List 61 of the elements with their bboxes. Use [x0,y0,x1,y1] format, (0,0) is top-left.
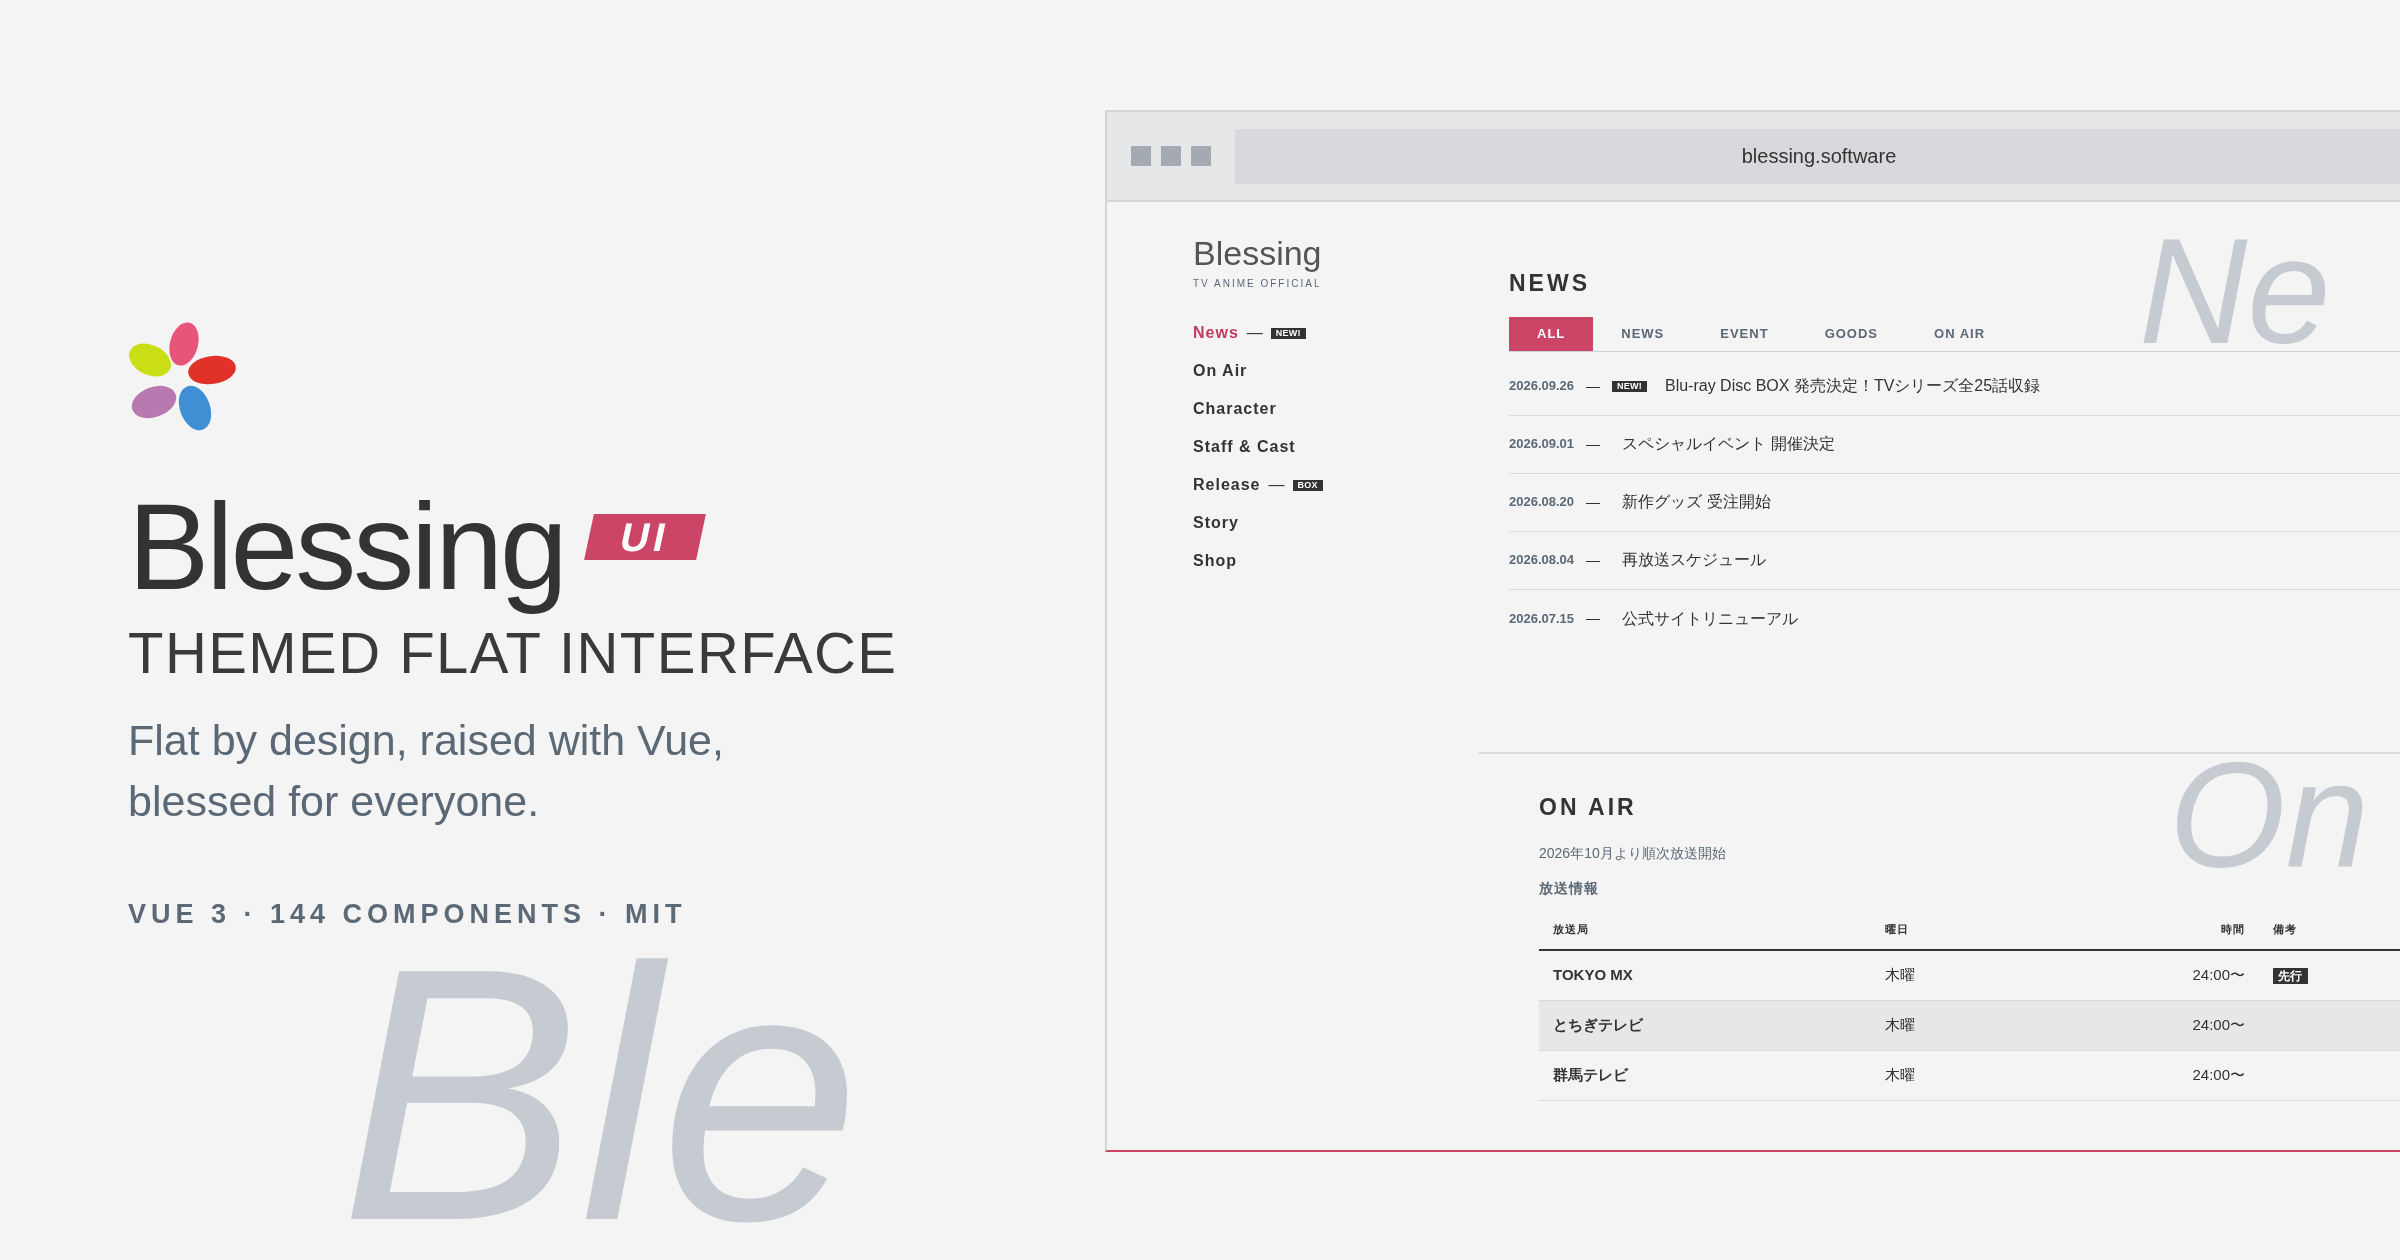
dash: — [1268,475,1285,495]
address-bar[interactable]: blessing.software [1235,128,2400,184]
nav-tag: NEW! [1270,327,1306,339]
news-tag: NEW! [1612,380,1647,392]
time-cell-text: 24:00〜 [2191,964,2245,985]
nav-link[interactable]: Staff & Cast [1193,435,1296,459]
dash: — [1246,323,1263,343]
time-cell-text: 24:00〜 [2191,1064,2245,1085]
nav-link[interactable]: Shop [1193,549,1237,573]
filter-tab[interactable]: NEWS [1593,316,1693,351]
dash: — [1586,609,1601,628]
nav-link[interactable]: Release [1193,473,1261,497]
column-header: 時間 [2220,922,2245,938]
brand-title: Blessing [128,478,565,617]
day-cell-text: 木曜 [1885,1064,1916,1085]
news-title[interactable]: 公式サイトリニューアル [1622,606,1799,631]
station-cell-text: 群馬テレビ [1552,1064,1630,1085]
meta-line: VUE 3 · 144 COMPONENTS · MIT [128,898,688,932]
column-header: 放送局 [1552,922,1590,938]
news-date: 2026.09.01 [1509,435,1575,454]
filter-tab[interactable]: EVENT [1692,316,1797,351]
nav-link[interactable]: Character [1193,397,1277,421]
time-cell-text: 24:00〜 [2191,1014,2245,1035]
news-date: 2026.08.20 [1509,493,1575,512]
day-cell-text: 木曜 [1885,1014,1916,1035]
dash: — [1586,550,1601,570]
site-logo: Blessing [1193,236,1323,270]
filter-tab[interactable]: ALL [1509,316,1594,351]
remark-tag: 先行 [2273,967,2308,984]
broadcast-note: 2026年10月より順次放送開始 [1539,843,1727,863]
nav-tag: BOX [1292,479,1323,491]
dash: — [1586,376,1601,396]
subtitle: THEMED FLAT INTERFACE [128,624,898,683]
news-date: 2026.08.04 [1509,551,1575,570]
window-control-icon[interactable] [1161,146,1181,166]
nav-link[interactable]: Story [1193,511,1239,535]
on-air-heading: ON AIR [1539,793,1638,822]
news-title[interactable]: スペシャルイベント 開催決定 [1622,432,1835,456]
window-control-icon[interactable] [1131,146,1151,166]
station-cell-text: とちぎテレビ [1552,1014,1645,1035]
column-header: 備考 [2272,922,2298,938]
news-title[interactable]: 再放送スケジュール [1622,548,1767,572]
window-control-icon[interactable] [1191,146,1211,166]
dash: — [1586,492,1601,512]
site-logo-subtitle: TV ANIME OFFICIAL [1193,277,1323,291]
station-cell-text: TOKYO MX [1552,964,1634,985]
tagline: Flat by design, raised with Vue, blessed for everyone. [128,715,725,828]
news-title[interactable]: 新作グッズ 受注開始 [1622,490,1771,514]
nav-link[interactable]: On Air [1193,359,1248,383]
day-cell-text: 木曜 [1885,964,1916,985]
ui-badge: UI [583,514,706,561]
filter-tab[interactable]: ON AIR [1906,316,2014,351]
news-date: 2026.09.26 [1509,377,1575,396]
news-heading: NEWS [1509,269,1591,298]
column-header: 曜日 [1885,922,1910,938]
news-title[interactable]: Blu-ray Disc BOX 発売決定！TVシリーズ全25話収録 [1665,374,2041,398]
dash: — [1586,434,1601,454]
filter-tab[interactable]: GOODS [1796,316,1907,351]
table-title: 放送情報 [1539,878,1600,898]
nav-link[interactable]: News [1193,321,1239,345]
news-date: 2026.07.15 [1509,609,1575,628]
